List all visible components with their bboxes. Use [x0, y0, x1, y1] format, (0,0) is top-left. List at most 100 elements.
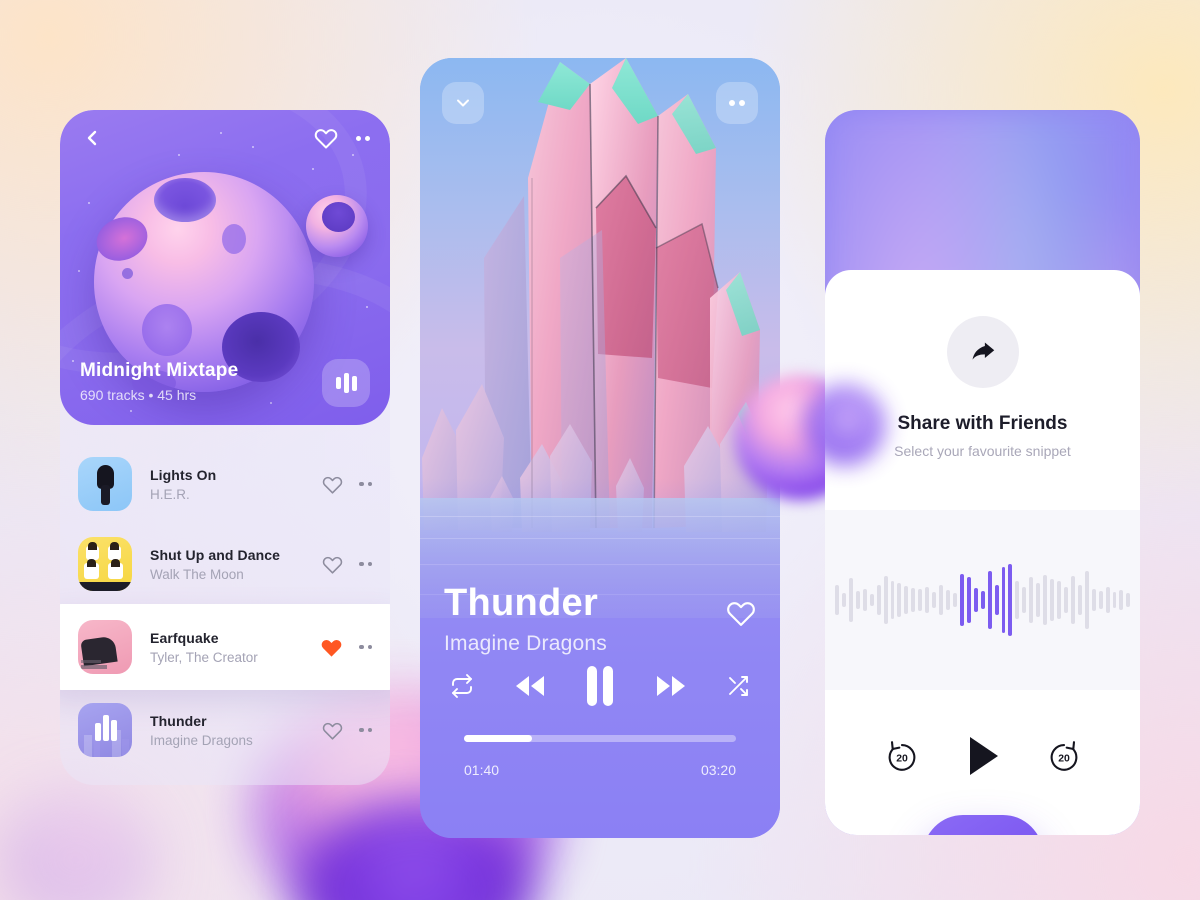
elapsed-time: 01:40	[464, 762, 500, 778]
chevron-down-icon	[457, 99, 469, 107]
more-dots-icon[interactable]	[359, 561, 372, 567]
waveform-bar	[932, 592, 937, 608]
waveform-bar	[973, 588, 978, 612]
share-arrow-icon	[972, 342, 994, 360]
album-card-toolbar	[60, 110, 390, 166]
waveform-bar	[952, 593, 957, 607]
list-item[interactable]: Lights On H.E.R.	[60, 444, 390, 524]
track-title: Earfquake	[150, 629, 219, 646]
track-title: Lights On	[150, 466, 217, 483]
more-dots-icon[interactable]	[359, 727, 372, 733]
album-thumbnail	[78, 537, 132, 591]
heart-outline-icon[interactable]	[322, 554, 343, 575]
rewind-icon[interactable]	[514, 673, 546, 699]
share-screen: Share with Friends Select your favourite…	[825, 110, 1140, 835]
track-artist: Imagine Dragons	[150, 732, 253, 748]
waveform-bar	[959, 574, 964, 626]
playback-controls	[450, 664, 750, 708]
page-subtitle: Select your favourite snippet	[894, 443, 1071, 459]
total-time: 03:20	[700, 762, 736, 778]
album-hero-card[interactable]: Midnight Mixtape 690 tracks • 45 hrs	[60, 110, 390, 425]
track-artist: Tyler, The Creator	[150, 649, 258, 665]
waveform-bar	[939, 585, 943, 615]
waveform-bar	[1119, 590, 1124, 610]
waveform-bar	[966, 577, 971, 623]
more-dots-icon[interactable]	[359, 644, 372, 650]
progress-track	[464, 735, 736, 742]
more-dots-icon[interactable]	[359, 481, 372, 487]
replay-seconds-label: 20	[896, 754, 908, 765]
heart-filled-icon[interactable]	[320, 636, 343, 659]
album-thumbnail	[78, 703, 132, 757]
waveform-bar	[1015, 581, 1020, 619]
waveform-bar	[1057, 581, 1061, 619]
pause-icon[interactable]	[585, 664, 615, 708]
waveform-bar	[1022, 587, 1027, 613]
waveform-bar	[855, 591, 860, 609]
snippet-controls: 20 20	[825, 735, 1140, 777]
forward-20-icon[interactable]: 20	[1045, 737, 1083, 775]
waveform-bar	[1050, 579, 1054, 621]
progress-bar[interactable]	[464, 735, 736, 742]
share-button[interactable]	[946, 316, 1019, 388]
heart-outline-icon[interactable]	[726, 598, 756, 628]
waveform-bar	[987, 571, 992, 629]
more-dots-icon	[729, 100, 745, 106]
waveform-bar	[1063, 587, 1068, 613]
waveform-bar	[1029, 577, 1034, 623]
waveform-bar	[1091, 589, 1096, 611]
now-playing-info: Thunder Imagine Dragons	[444, 581, 756, 656]
waveform-bar	[883, 576, 888, 624]
list-item[interactable]: Thunder Imagine Dragons	[60, 690, 390, 770]
waveform-bar	[1036, 583, 1041, 617]
waveform-bar	[1043, 575, 1048, 625]
album-thumbnail	[78, 620, 132, 674]
time-labels: 01:40 03:20	[464, 762, 736, 778]
waveform-bar	[897, 583, 902, 617]
heart-outline-icon[interactable]	[322, 474, 343, 495]
waveform-bar	[1084, 571, 1089, 629]
chevron-left-icon[interactable]	[80, 126, 104, 150]
forward-seconds-label: 20	[1058, 754, 1070, 765]
heart-outline-icon[interactable]	[314, 126, 338, 150]
waveform-bar	[1077, 585, 1082, 615]
waveform-bar	[876, 585, 881, 615]
waveform-bar	[1070, 576, 1075, 624]
waveform-bar	[1105, 587, 1110, 613]
track-title: Shut Up and Dance	[150, 546, 281, 563]
waveform-panel[interactable]	[825, 510, 1140, 690]
waveform-bars	[835, 564, 1131, 636]
now-playing-screen: Thunder Imagine Dragons 01:40 03:20	[420, 58, 780, 838]
more-dots-icon[interactable]	[356, 135, 370, 141]
heart-outline-icon[interactable]	[322, 720, 343, 741]
list-item[interactable]: Shut Up and Dance Walk The Moon	[60, 524, 390, 604]
waveform-bar	[862, 589, 867, 611]
waveform-bar	[918, 589, 923, 611]
play-icon[interactable]	[965, 735, 1001, 777]
equalizer-button[interactable]	[322, 359, 370, 407]
track-list: Lights On H.E.R. Shut Up and Dance Walk …	[60, 432, 390, 770]
list-item[interactable]: Earfquake Tyler, The Creator	[60, 604, 390, 690]
repeat-icon[interactable]	[450, 674, 474, 698]
album-title: Midnight Mixtape	[80, 360, 239, 381]
shuffle-icon[interactable]	[726, 674, 750, 698]
waveform-bar	[869, 594, 874, 606]
album-subtitle: 690 tracks • 45 hrs	[80, 387, 197, 403]
waveform-bar	[890, 581, 895, 619]
waveform-bar	[1098, 591, 1103, 609]
track-artist: Imagine Dragons	[444, 632, 607, 655]
waveform-bar	[980, 591, 985, 609]
waveform-bar	[835, 585, 839, 615]
playlist-screen: Midnight Mixtape 690 tracks • 45 hrs Lig…	[60, 110, 390, 785]
collapse-button[interactable]	[442, 82, 484, 124]
waveform-bar	[994, 585, 999, 615]
progress-fill	[464, 735, 532, 742]
replay-20-icon[interactable]: 20	[883, 737, 921, 775]
waveform-bar	[1126, 593, 1131, 607]
page-title: Thunder	[444, 581, 599, 624]
fast-forward-icon[interactable]	[655, 673, 687, 699]
track-artist: Walk The Moon	[150, 566, 244, 582]
waveform-bar	[1001, 567, 1006, 633]
track-artist: H.E.R.	[150, 486, 190, 502]
more-options-button[interactable]	[716, 82, 758, 124]
